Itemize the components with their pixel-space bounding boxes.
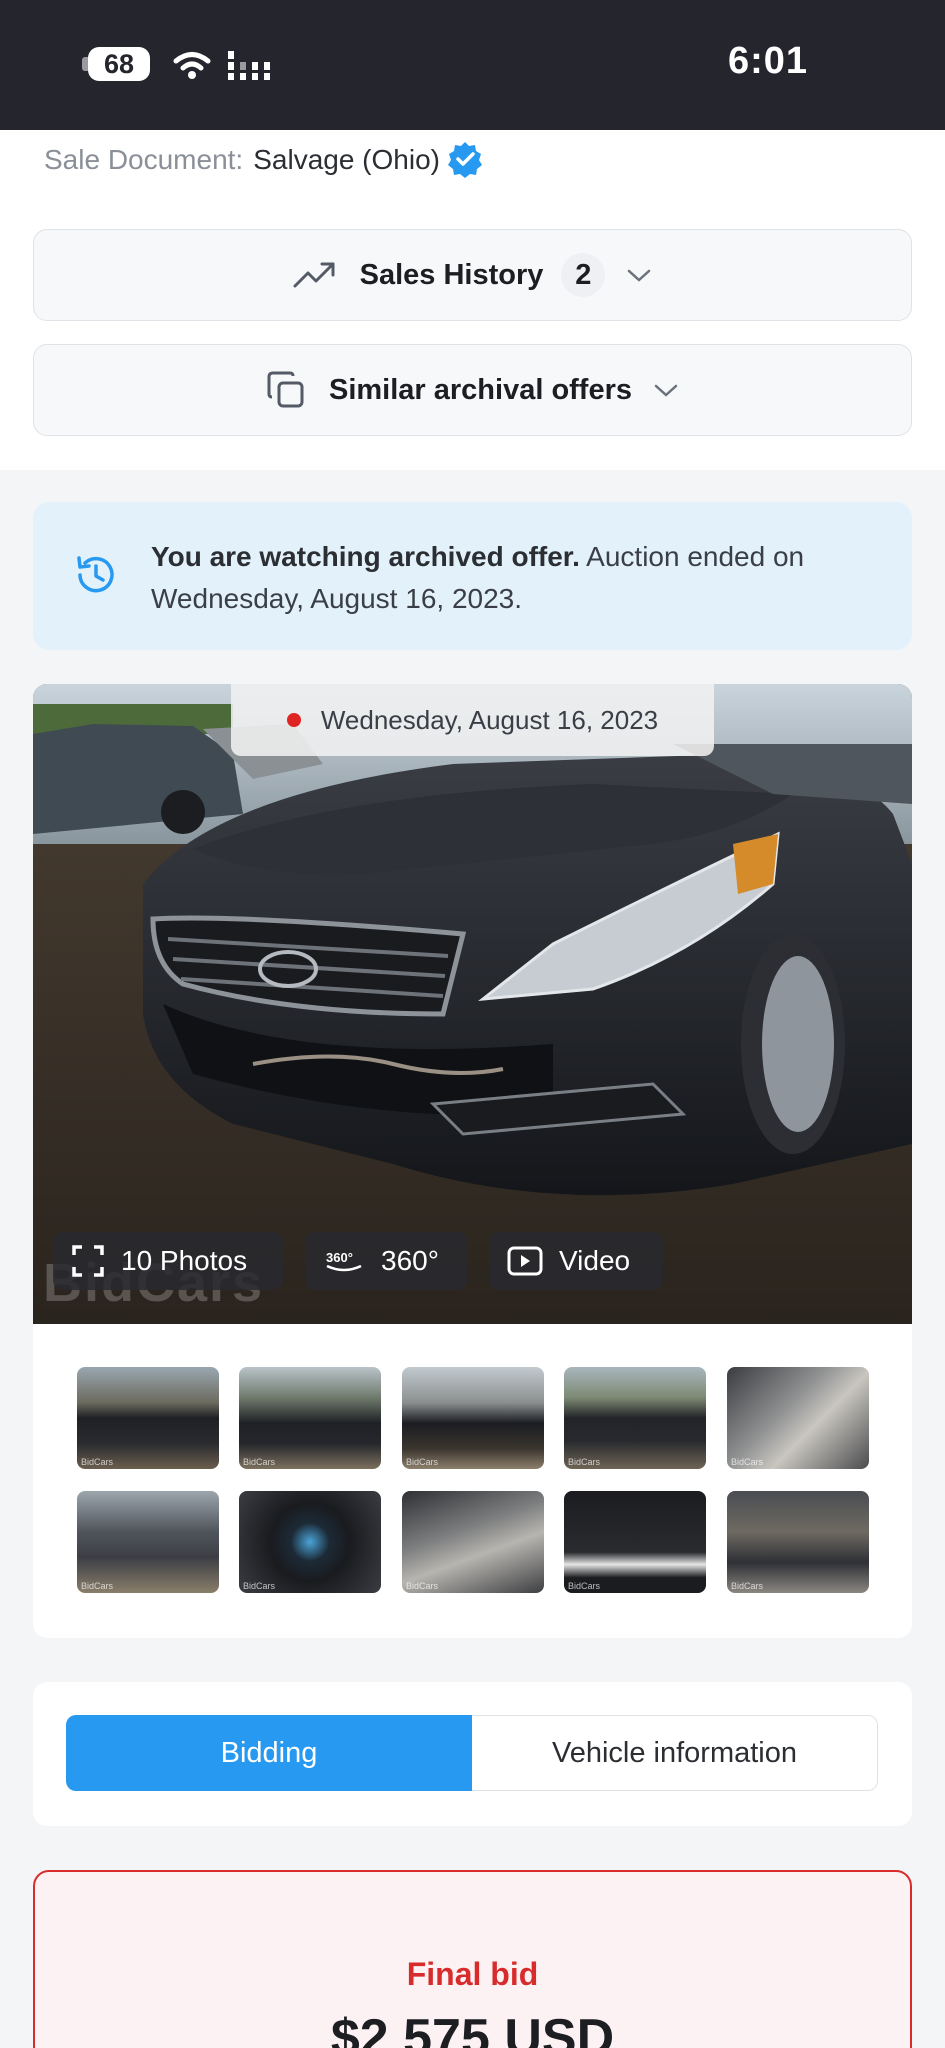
view-360-icon: 360° — [326, 1250, 362, 1272]
archived-offer-notice: You are watching archived offer. Auction… — [33, 502, 912, 650]
view-360-label: 360° — [381, 1245, 439, 1276]
status-time: 6:01 — [728, 40, 809, 82]
final-bid-amount: $2 575 USD — [330, 2009, 615, 2048]
fullscreen-icon — [72, 1245, 104, 1277]
thumbnail[interactable]: BidCars — [77, 1491, 219, 1593]
sale-document-label: Sale Document: — [44, 144, 244, 175]
similar-offers-label: Similar archival offers — [328, 373, 633, 406]
cellular-signal-icon — [228, 51, 270, 80]
view-360-button[interactable]: 360° 360° — [305, 1232, 467, 1290]
thumbnail[interactable]: BidCars — [239, 1491, 381, 1593]
copy-icon — [267, 371, 304, 408]
archived-offer-bold: You are watching archived offer. — [151, 541, 580, 572]
thumbnail[interactable]: BidCars — [239, 1367, 381, 1469]
thumbnail[interactable]: BidCars — [564, 1491, 706, 1593]
tab-vehicle-information[interactable]: Vehicle information — [472, 1715, 878, 1791]
thumbnail[interactable]: BidCars — [402, 1491, 544, 1593]
trending-up-icon — [293, 262, 335, 288]
photos-button[interactable]: 10 Photos — [53, 1232, 283, 1290]
thumbnail[interactable]: BidCars — [727, 1491, 869, 1593]
status-bar: 68 6:01 — [0, 0, 945, 130]
auction-date: Wednesday, August 16, 2023 — [320, 704, 659, 735]
chevron-down-icon — [654, 384, 678, 397]
main-vehicle-photo[interactable]: Wednesday, August 16, 2023 BidCars 10 Ph… — [33, 684, 912, 1324]
similar-offers-button[interactable]: Similar archival offers — [33, 344, 912, 436]
live-dot-icon — [286, 713, 301, 727]
svg-text:360°: 360° — [326, 1250, 353, 1265]
thumbnail[interactable]: BidCars — [727, 1367, 869, 1469]
final-bid-card: Final bid $2 575 USD — [33, 1870, 912, 2048]
wifi-icon — [173, 52, 211, 79]
photo-gallery: Wednesday, August 16, 2023 BidCars 10 Ph… — [33, 684, 912, 1638]
vehicle-photo-image — [33, 684, 912, 1324]
history-icon — [77, 556, 114, 593]
archived-offer-text: You are watching archived offer. Auction… — [151, 536, 871, 620]
sales-history-button[interactable]: Sales History 2 — [33, 229, 912, 321]
final-bid-label: Final bid — [406, 1956, 539, 1992]
video-label: Video — [559, 1245, 631, 1276]
tab-bidding[interactable]: Bidding — [66, 1715, 472, 1791]
lot-info-section: Sale Document: Salvage (Ohio) Sales Histo… — [0, 130, 945, 470]
details-tabs: Bidding Vehicle information — [33, 1682, 912, 1826]
thumbnail[interactable]: BidCars — [402, 1367, 544, 1469]
thumbnail[interactable]: BidCars — [77, 1367, 219, 1469]
sales-history-label: Sales History — [359, 258, 544, 291]
chevron-down-icon — [628, 269, 651, 282]
play-video-icon — [507, 1246, 543, 1276]
video-button[interactable]: Video — [489, 1232, 663, 1290]
auction-date-banner: Wednesday, August 16, 2023 — [231, 684, 714, 756]
battery-indicator: 68 — [88, 47, 150, 81]
sales-history-count: 2 — [561, 253, 606, 297]
sale-document: Sale Document: Salvage (Ohio) — [44, 140, 484, 180]
sale-document-value: Salvage (Ohio) — [253, 144, 440, 175]
thumbnail[interactable]: BidCars — [564, 1367, 706, 1469]
photos-count-label: 10 Photos — [121, 1245, 248, 1276]
verified-badge-icon — [447, 141, 482, 178]
